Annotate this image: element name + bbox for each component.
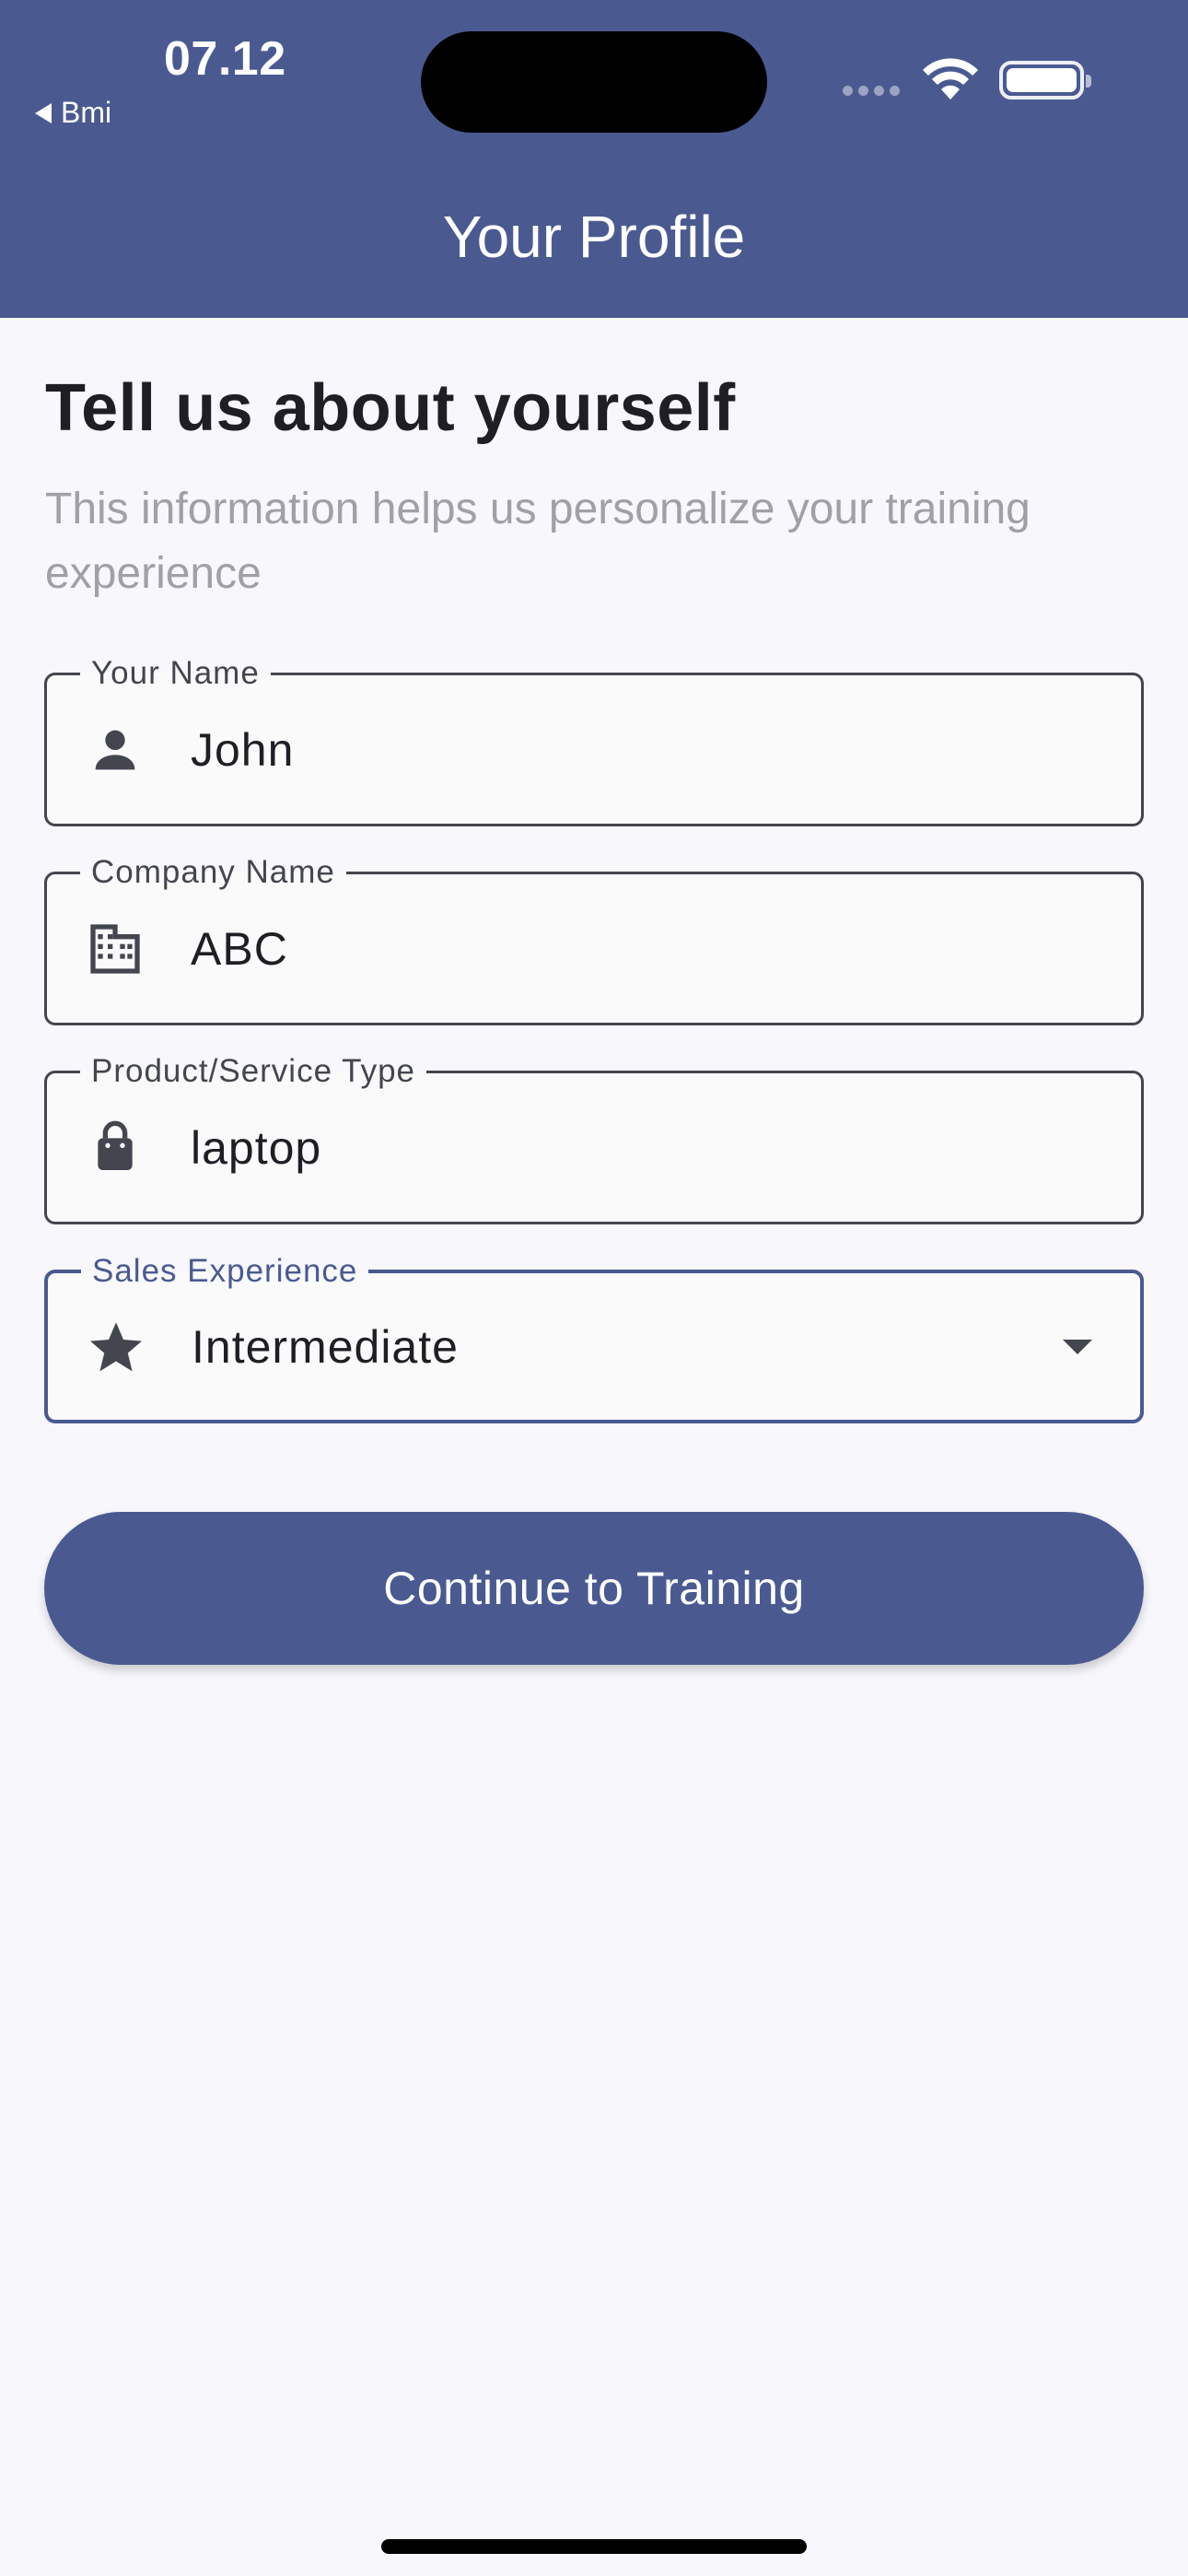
- name-field[interactable]: Your Name John: [44, 653, 1144, 826]
- sales-experience-dropdown[interactable]: Sales Experience Intermediate: [44, 1251, 1144, 1423]
- app-header: 07.12 Bmi Your Profile: [0, 0, 1188, 318]
- section-subtitle: This information helps us personalize yo…: [45, 485, 1031, 598]
- building-icon: [90, 923, 140, 974]
- dynamic-island: [421, 31, 767, 133]
- name-field-value: John: [191, 723, 295, 776]
- company-field-label: Company Name: [80, 852, 346, 893]
- cellular-signal-icon: [843, 86, 900, 96]
- back-app-label: Bmi: [61, 96, 112, 129]
- profile-screen: 07.12 Bmi Your Profile Tell us about you…: [0, 0, 1188, 2576]
- shopping-bag-icon: [98, 1120, 133, 1170]
- home-indicator[interactable]: [381, 2539, 807, 2554]
- product-type-field-value: laptop: [191, 1121, 322, 1174]
- product-type-field[interactable]: Product/Service Type laptop: [44, 1051, 1144, 1224]
- sales-experience-value: Intermediate: [192, 1320, 459, 1373]
- status-time: 07.12: [164, 32, 286, 86]
- name-field-label: Your Name: [80, 653, 271, 694]
- product-type-field-label: Product/Service Type: [80, 1051, 427, 1092]
- wifi-icon: [923, 58, 978, 100]
- dropdown-arrow-icon[interactable]: [1063, 1339, 1092, 1354]
- continue-to-training-button[interactable]: Continue to Training: [44, 1512, 1144, 1665]
- section-heading: Tell us about yourself: [45, 371, 736, 445]
- back-to-app-button[interactable]: Bmi: [35, 96, 111, 130]
- star-icon: [90, 1321, 142, 1371]
- page-title: Your Profile: [442, 204, 746, 270]
- company-field[interactable]: Company Name ABC: [44, 852, 1144, 1025]
- person-icon: [95, 730, 135, 769]
- sales-experience-label: Sales Experience: [81, 1251, 369, 1292]
- company-field-value: ABC: [191, 922, 288, 975]
- battery-icon: [999, 61, 1091, 100]
- back-arrow-icon: [35, 102, 52, 123]
